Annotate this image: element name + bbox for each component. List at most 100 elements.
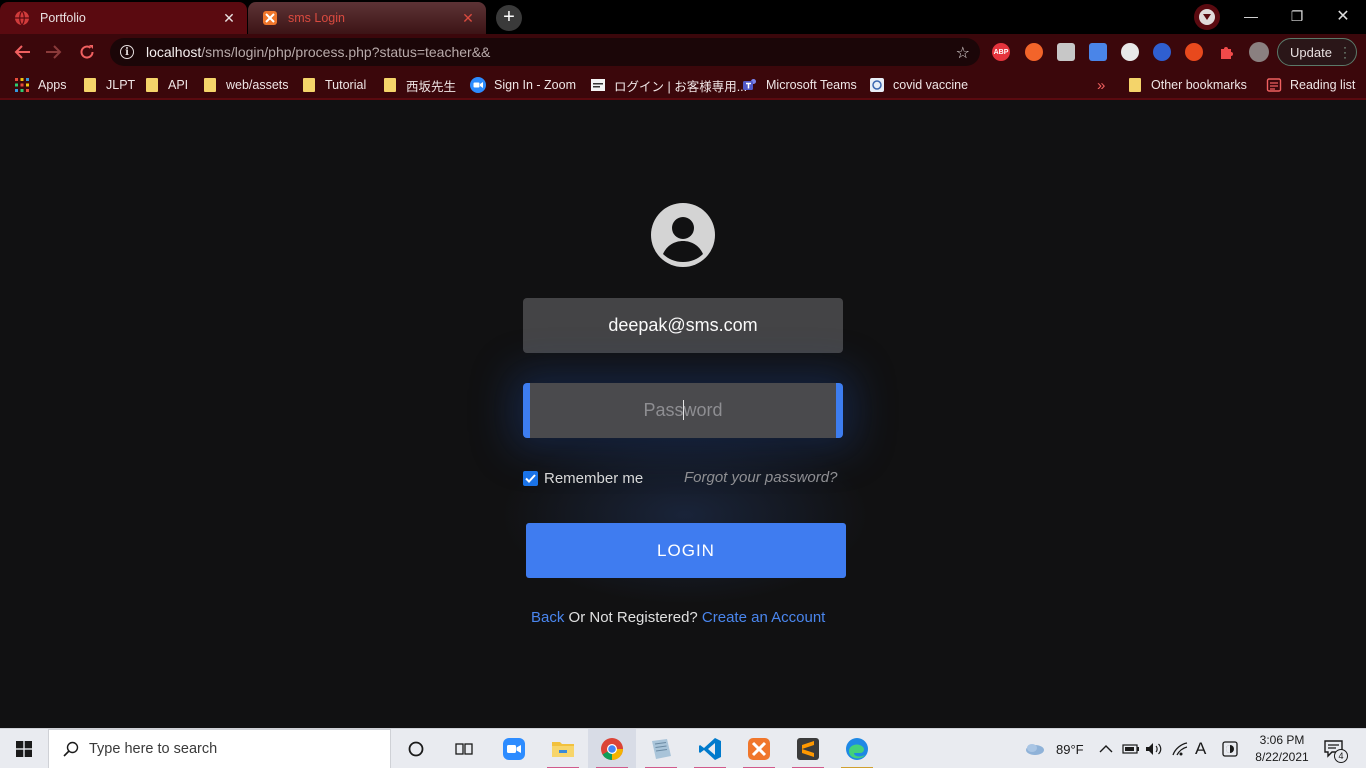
url-host: localhost [146, 44, 202, 60]
clock-date: 8/22/2021 [1255, 750, 1309, 764]
extension-icon[interactable] [1025, 43, 1043, 61]
reading-list-icon [1266, 78, 1282, 92]
address-bar[interactable]: i localhost/sms/login/php/process.php?st… [110, 38, 980, 66]
back-arrow-icon[interactable] [11, 41, 33, 63]
folder-icon [84, 78, 96, 92]
volume-icon[interactable] [1145, 729, 1163, 768]
bookmark-label: ログイン | お客様専用... [614, 79, 748, 94]
tab-portfolio[interactable]: Portfolio ✕ [0, 2, 247, 34]
extension-icon[interactable] [1185, 43, 1203, 61]
vscode-icon[interactable] [686, 729, 734, 768]
bookmark-tutorial[interactable]: Tutorial [303, 75, 366, 95]
star-icon[interactable]: ☆ [956, 43, 970, 63]
edge-icon[interactable] [833, 729, 881, 768]
tab-strip: Portfolio ✕ sms Login ✕ + — ❐ ✕ [0, 0, 1366, 34]
close-icon[interactable]: ✕ [221, 10, 237, 26]
globe-icon [15, 10, 29, 26]
system-clock[interactable]: 3:06 PM 8/22/2021 [1248, 732, 1316, 766]
bookmark-nishizaka[interactable]: 西坂先生 [384, 75, 456, 95]
zoom-app-icon[interactable] [490, 729, 538, 768]
restore-button[interactable]: ❐ [1274, 0, 1320, 32]
bookmark-web-assets[interactable]: web/assets [204, 75, 289, 95]
bookmark-other-bookmarks[interactable]: Other bookmarks [1129, 75, 1247, 95]
search-placeholder: Type here to search [89, 741, 218, 757]
forgot-password-link[interactable]: Forgot your password? [684, 469, 837, 486]
browser-toolbar: i localhost/sms/login/php/process.php?st… [0, 34, 1366, 70]
search-icon [63, 741, 79, 757]
remember-me-checkbox[interactable]: Remember me [523, 470, 643, 487]
reading-list-button[interactable]: Reading list [1266, 75, 1355, 95]
bookmark-apps[interactable]: Apps [14, 75, 67, 95]
bookmark-label: web/assets [226, 78, 289, 92]
create-account-link[interactable]: Create an Account [702, 609, 825, 626]
minimize-button[interactable]: — [1228, 0, 1274, 32]
new-tab-button[interactable]: + [496, 5, 522, 31]
bookmarks-bar: Apps JLPT API web/assets Tutorial 西坂先生 S… [0, 70, 1366, 100]
bookmarks-overflow-button[interactable]: » [1097, 75, 1105, 95]
avatar[interactable] [1249, 42, 1269, 62]
extension-icon[interactable] [1153, 43, 1171, 61]
bookmark-label: Microsoft Teams [766, 78, 857, 92]
update-label: Update [1290, 44, 1332, 60]
tab-title: Portfolio [40, 11, 86, 25]
update-button[interactable]: Update · · · [1277, 38, 1357, 66]
bookmark-label: API [168, 78, 189, 92]
chevron-down-icon [1199, 9, 1215, 25]
adblock-plus-icon[interactable]: ABP [992, 43, 1010, 61]
puzzle-icon[interactable] [1217, 43, 1235, 61]
notification-count-badge: 4 [1334, 749, 1348, 763]
extension-icon[interactable] [1121, 43, 1139, 61]
more-icon: · · · [1343, 40, 1347, 64]
translate-icon[interactable] [1089, 43, 1107, 61]
vaccine-icon [870, 78, 884, 92]
bookmark-zoom[interactable]: Sign In - Zoom [470, 75, 576, 95]
teams-icon [743, 79, 756, 90]
bookmark-covid-vaccine[interactable]: covid vaccine [869, 75, 968, 95]
taskbar-search-input[interactable]: Type here to search [48, 729, 391, 768]
folder-icon [303, 78, 315, 92]
checkmark-icon[interactable] [523, 471, 538, 486]
tab-sms-login[interactable]: sms Login ✕ [248, 2, 486, 34]
task-view-icon[interactable] [440, 729, 488, 768]
bookmark-api[interactable]: API [146, 75, 188, 95]
bookmark-label: Other bookmarks [1151, 78, 1247, 92]
file-explorer-icon[interactable] [539, 729, 587, 768]
folder-icon [1129, 78, 1141, 92]
battery-icon[interactable] [1122, 729, 1140, 768]
night-light-icon[interactable] [1222, 729, 1238, 768]
weather-cloud-icon [1026, 744, 1044, 755]
back-link[interactable]: Back [531, 609, 564, 626]
text-caret [683, 400, 684, 420]
info-icon[interactable]: i [120, 45, 134, 59]
xampp-icon [263, 11, 277, 25]
email-field[interactable] [523, 298, 843, 353]
screenshot-extension-icon[interactable] [1057, 43, 1075, 61]
chrome-app-icon[interactable] [588, 729, 636, 768]
login-button[interactable]: LOGIN [526, 523, 846, 578]
bookmark-label: Reading list [1290, 78, 1356, 92]
cortana-icon[interactable] [392, 729, 440, 768]
bookmark-label: JLPT [106, 78, 136, 92]
tab-search-button[interactable] [1194, 4, 1220, 30]
bookmark-jlpt[interactable]: JLPT [84, 75, 135, 95]
weather-temperature: 89°F [1056, 741, 1084, 757]
bookmark-login-jp[interactable]: ログイン | お客様専用... [590, 75, 747, 95]
register-row: Back Or Not Registered? Create an Accoun… [531, 609, 825, 626]
close-icon[interactable]: ✕ [460, 10, 476, 26]
notes-app-icon[interactable] [637, 729, 685, 768]
xampp-app-icon[interactable] [735, 729, 783, 768]
close-window-button[interactable]: ✕ [1320, 0, 1366, 32]
chevron-up-icon[interactable] [1099, 729, 1113, 768]
start-button[interactable] [0, 729, 48, 768]
weather-widget[interactable]: 89°F [1024, 729, 1084, 768]
bookmark-label: Apps [38, 78, 67, 92]
notification-center-button[interactable]: 4 [1324, 729, 1348, 768]
ime-indicator[interactable]: A [1195, 729, 1206, 768]
bookmark-teams[interactable]: Microsoft Teams [742, 75, 857, 95]
reload-icon[interactable] [76, 41, 98, 63]
folder-icon [204, 78, 216, 92]
sublime-text-icon[interactable] [784, 729, 832, 768]
forward-arrow-icon[interactable] [43, 41, 65, 63]
folder-icon [146, 78, 158, 92]
wifi-icon[interactable] [1171, 729, 1189, 768]
